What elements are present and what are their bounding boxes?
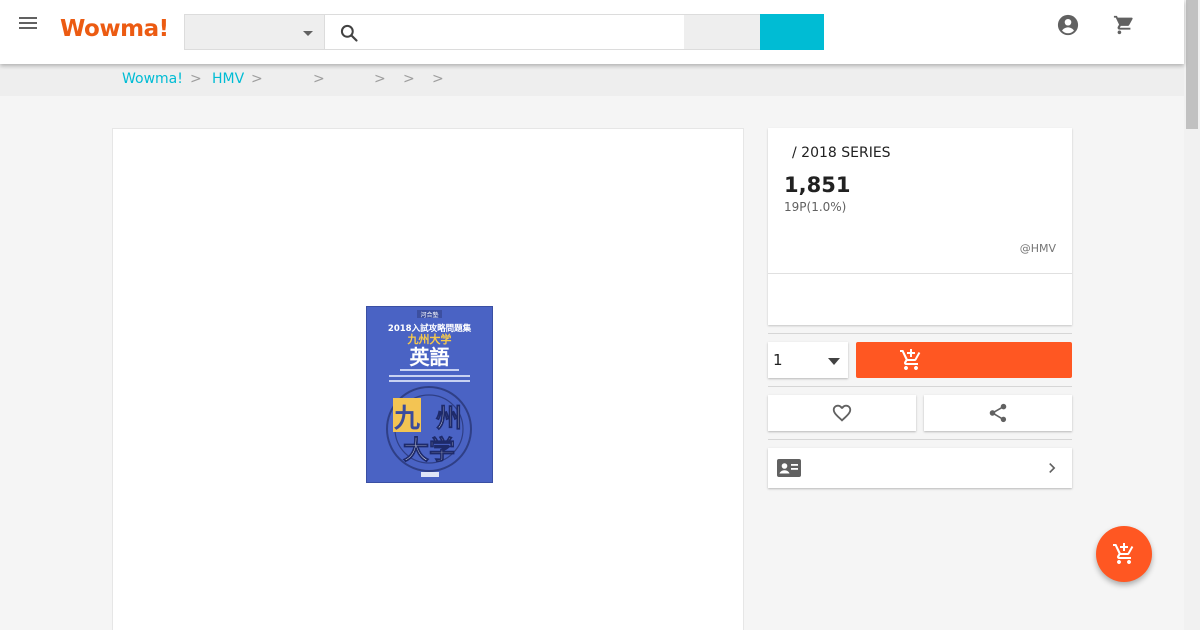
breadcrumb-separator: >	[190, 71, 202, 87]
book-cover-art: 河合塾 2018入試攻略問題集 九州大学 英語 九 州 大学	[367, 307, 492, 482]
cover-university: 九州大学	[407, 332, 452, 346]
wowma-logo[interactable]: Wowma!	[60, 16, 169, 42]
info-divider	[768, 273, 1072, 274]
chevron-down-icon	[828, 358, 840, 365]
account-circle-icon[interactable]	[1057, 14, 1079, 36]
share-button[interactable]	[924, 395, 1072, 431]
add-shopping-cart-icon	[900, 349, 921, 370]
shopping-cart-icon[interactable]	[1113, 14, 1135, 36]
contact-card-icon	[777, 459, 801, 477]
section-divider	[768, 386, 1072, 387]
search-button[interactable]	[760, 14, 824, 50]
favorite-button[interactable]	[768, 395, 916, 431]
add-to-cart-button[interactable]	[856, 342, 1072, 378]
seller-info-row[interactable]	[768, 448, 1072, 488]
breadcrumb-item-wowma[interactable]: Wowma!	[122, 71, 183, 87]
product-points: 19P(1.0%)	[784, 200, 847, 214]
scrollbar-thumb[interactable]	[1186, 0, 1198, 129]
search-input[interactable]	[369, 15, 679, 49]
breadcrumb-separator: >	[313, 71, 325, 87]
breadcrumb-separator: >	[251, 71, 263, 87]
product-image[interactable]: 河合塾 2018入試攻略問題集 九州大学 英語 九 州 大学	[366, 306, 493, 483]
seller-name[interactable]: @HMV	[1020, 242, 1056, 255]
site-header: Wowma!	[0, 0, 1184, 64]
breadcrumb-separator: >	[374, 71, 386, 87]
search-option-select[interactable]	[684, 14, 761, 50]
chevron-down-icon	[303, 31, 313, 36]
cover-publisher: 河合塾	[420, 311, 438, 319]
page-scrollbar[interactable]	[1184, 0, 1200, 630]
section-divider	[768, 439, 1072, 440]
quantity-select[interactable]: 1	[768, 342, 848, 378]
breadcrumb-separator: >	[432, 71, 444, 87]
cover-big-bottom: 大学	[403, 435, 455, 466]
menu-icon[interactable]	[16, 14, 40, 34]
chevron-right-icon	[1049, 463, 1056, 473]
floating-cart-button[interactable]	[1096, 526, 1152, 582]
cover-subject: 英語	[410, 345, 450, 369]
breadcrumb-separator: >	[403, 71, 415, 87]
category-select[interactable]	[184, 14, 325, 50]
search-box	[324, 14, 685, 50]
product-image-panel: 河合塾 2018入試攻略問題集 九州大学 英語 九 州 大学	[112, 128, 744, 630]
add-shopping-cart-icon	[1113, 543, 1134, 564]
cover-big-right: 州	[436, 404, 462, 434]
section-divider	[768, 333, 1072, 334]
cover-big-left: 九	[393, 404, 420, 434]
product-info-card: / 2018 SERIES 1,851 19P(1.0%) @HMV	[768, 128, 1072, 325]
breadcrumb-item-hmv[interactable]: HMV	[212, 71, 244, 87]
product-title: / 2018 SERIES	[792, 145, 891, 161]
quantity-value: 1	[773, 351, 783, 369]
share-icon	[989, 403, 1007, 423]
search-icon[interactable]	[339, 23, 359, 43]
product-price: 1,851	[784, 173, 851, 197]
heart-icon	[832, 404, 852, 422]
breadcrumb: Wowma! > HMV > > > > >	[0, 64, 1184, 96]
